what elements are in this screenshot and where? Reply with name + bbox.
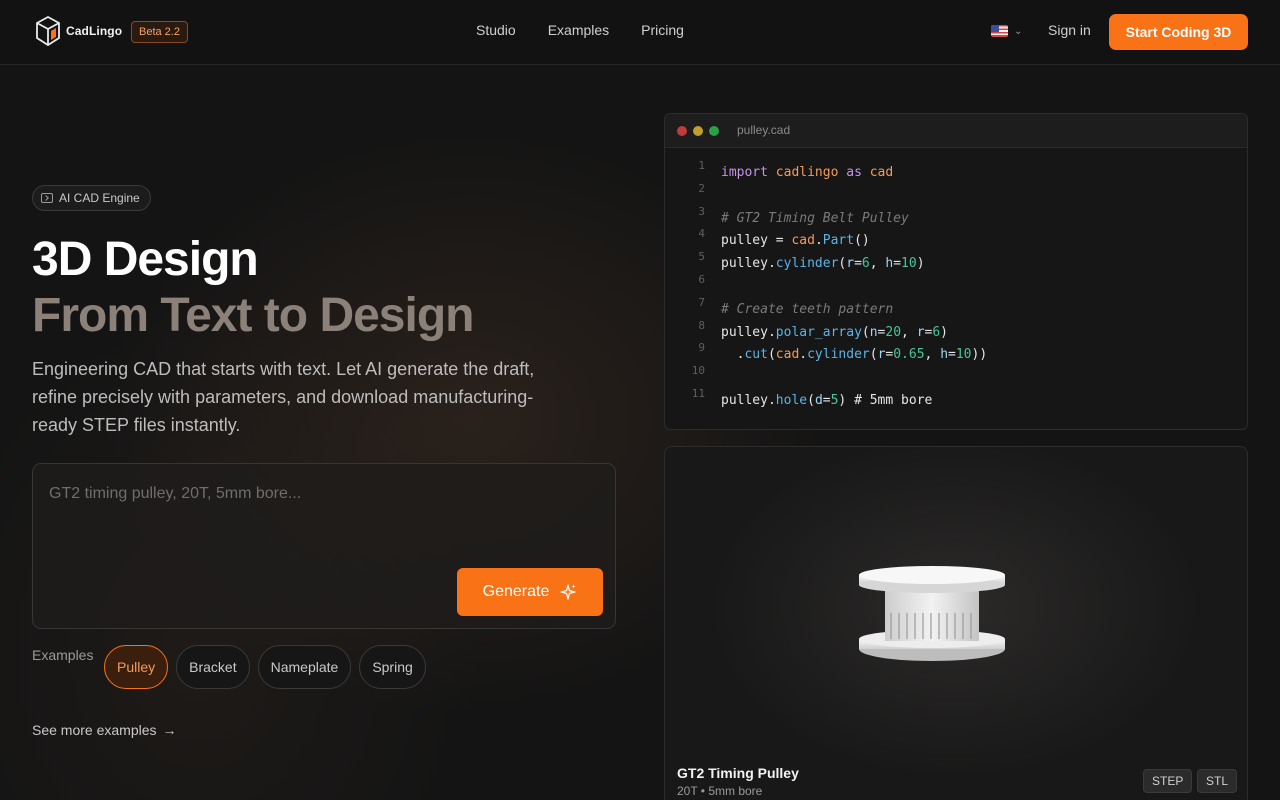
nav-link-studio[interactable]: Studio	[476, 22, 516, 38]
code-filename: pulley.cad	[737, 123, 791, 137]
code-text: import cadlingo as cad	[721, 165, 894, 180]
hero-description: Engineering CAD that starts with text. L…	[32, 359, 535, 435]
brand-logo[interactable]: CadLingo	[34, 15, 122, 47]
line-number: 11	[691, 386, 705, 400]
nav-link-pricing[interactable]: Pricing	[641, 22, 684, 38]
see-more-examples-link[interactable]: See more examples →	[32, 722, 177, 738]
code-text: pulley = cad.Part()	[721, 233, 870, 249]
line-number: 4	[698, 227, 705, 241]
line-number: 5	[698, 250, 705, 264]
code-line: 2	[665, 181, 1247, 208]
line-number: 6	[698, 272, 705, 286]
generate-label: Generate	[482, 583, 550, 600]
terminal-icon	[41, 193, 53, 203]
ai-engine-badge: AI CAD Engine	[32, 185, 151, 211]
window-close-dot	[677, 126, 687, 136]
code-text: pulley.polar_array(n=20, r=6)	[721, 324, 948, 340]
code-line: 4 pulley = cad.Part()	[665, 227, 1247, 253]
line-number: 1	[698, 159, 705, 172]
code-text: # Create teeth pattern	[721, 301, 894, 317]
download-stl-button[interactable]: STL	[1197, 769, 1238, 793]
line-number: 10	[691, 364, 705, 378]
code-editor: pulley.cad 1 import cadlingo as cad 2 3 # GT…	[664, 113, 1248, 430]
window-maximize-dot	[709, 126, 719, 136]
example-chips: Pulley Bracket Nameplate Spring	[104, 645, 426, 689]
examples-label: Examples	[32, 647, 94, 663]
start-coding-button[interactable]: Start Coding 3D	[1109, 14, 1248, 50]
hero-title: 3D Design	[32, 233, 259, 286]
cube-logo-icon	[36, 15, 60, 47]
arrow-right-icon: →	[162, 722, 177, 738]
line-number: 9	[698, 341, 705, 355]
code-line: 7 # Create teeth pattern	[665, 295, 1247, 322]
code-line: 9 .cut(cad.cylinder(r=0.65, h=10))	[665, 341, 1247, 367]
code-line: 10	[665, 364, 1247, 390]
sign-in-link[interactable]: Sign in	[1048, 22, 1091, 38]
sparkles-icon	[560, 584, 577, 600]
model-preview: GT2 Timing Pulley 20T • 5mm bore STEP ST…	[664, 446, 1248, 800]
example-chip-pulley[interactable]: Pulley	[104, 645, 169, 689]
window-minimize-dot	[693, 126, 703, 136]
prompt-box: Generate	[32, 463, 616, 629]
prompt-input[interactable]	[49, 482, 589, 506]
code-line: 6	[665, 272, 1247, 299]
code-text: # GT2 Timing Belt Pulley	[721, 210, 909, 226]
download-step-button[interactable]: STEP	[1143, 769, 1193, 793]
code-editor-header: pulley.cad	[665, 114, 1247, 148]
code-body: 1 import cadlingo as cad 2 3 # GT2 Timing Be…	[665, 159, 1247, 413]
preview-title: GT2 Timing Pulley	[677, 765, 799, 781]
line-number: 2	[698, 181, 705, 195]
code-line: 5 pulley.cylinder(r=6, h=10)	[665, 250, 1247, 276]
preview-subtitle: 20T • 5mm bore	[677, 784, 763, 798]
badge-label: AI CAD Engine	[59, 191, 140, 205]
code-line: 11 pulley.hole(d=5) # 5mm bore	[665, 386, 1247, 413]
line-number: 7	[698, 295, 705, 309]
top-navbar: CadLingo Beta 2.2 Studio Examples Pricin…	[0, 0, 1280, 65]
beta-badge: Beta 2.2	[131, 21, 188, 43]
nav-links: Studio Examples Pricing	[476, 22, 684, 38]
chevron-down-icon[interactable]: ⌄	[1014, 26, 1022, 37]
see-more-label: See more examples	[32, 722, 157, 738]
code-line: 1 import cadlingo as cad	[665, 159, 1247, 185]
us-flag-icon[interactable]	[991, 25, 1008, 37]
line-number: 8	[698, 318, 705, 332]
example-chip-spring[interactable]: Spring	[359, 645, 426, 689]
line-number: 3	[698, 204, 705, 218]
pulley-3d-model	[859, 566, 1005, 661]
code-line: 3 # GT2 Timing Belt Pulley	[665, 204, 1247, 231]
code-text: pulley.cylinder(r=6, h=10)	[721, 256, 925, 272]
example-chip-nameplate[interactable]: Nameplate	[257, 645, 352, 689]
generate-button[interactable]: Generate	[457, 568, 603, 616]
code-text: pulley.hole(d=5) # 5mm bore	[721, 392, 933, 408]
brand-name: CadLingo	[66, 24, 123, 38]
example-chip-bracket[interactable]: Bracket	[176, 645, 250, 689]
code-text: .cut(cad.cylinder(r=0.65, h=10))	[721, 347, 988, 363]
code-line: 8 pulley.polar_array(n=20, r=6)	[665, 318, 1247, 345]
nav-link-examples[interactable]: Examples	[548, 22, 609, 38]
hero-subtitle: From Text to Design	[32, 289, 474, 342]
